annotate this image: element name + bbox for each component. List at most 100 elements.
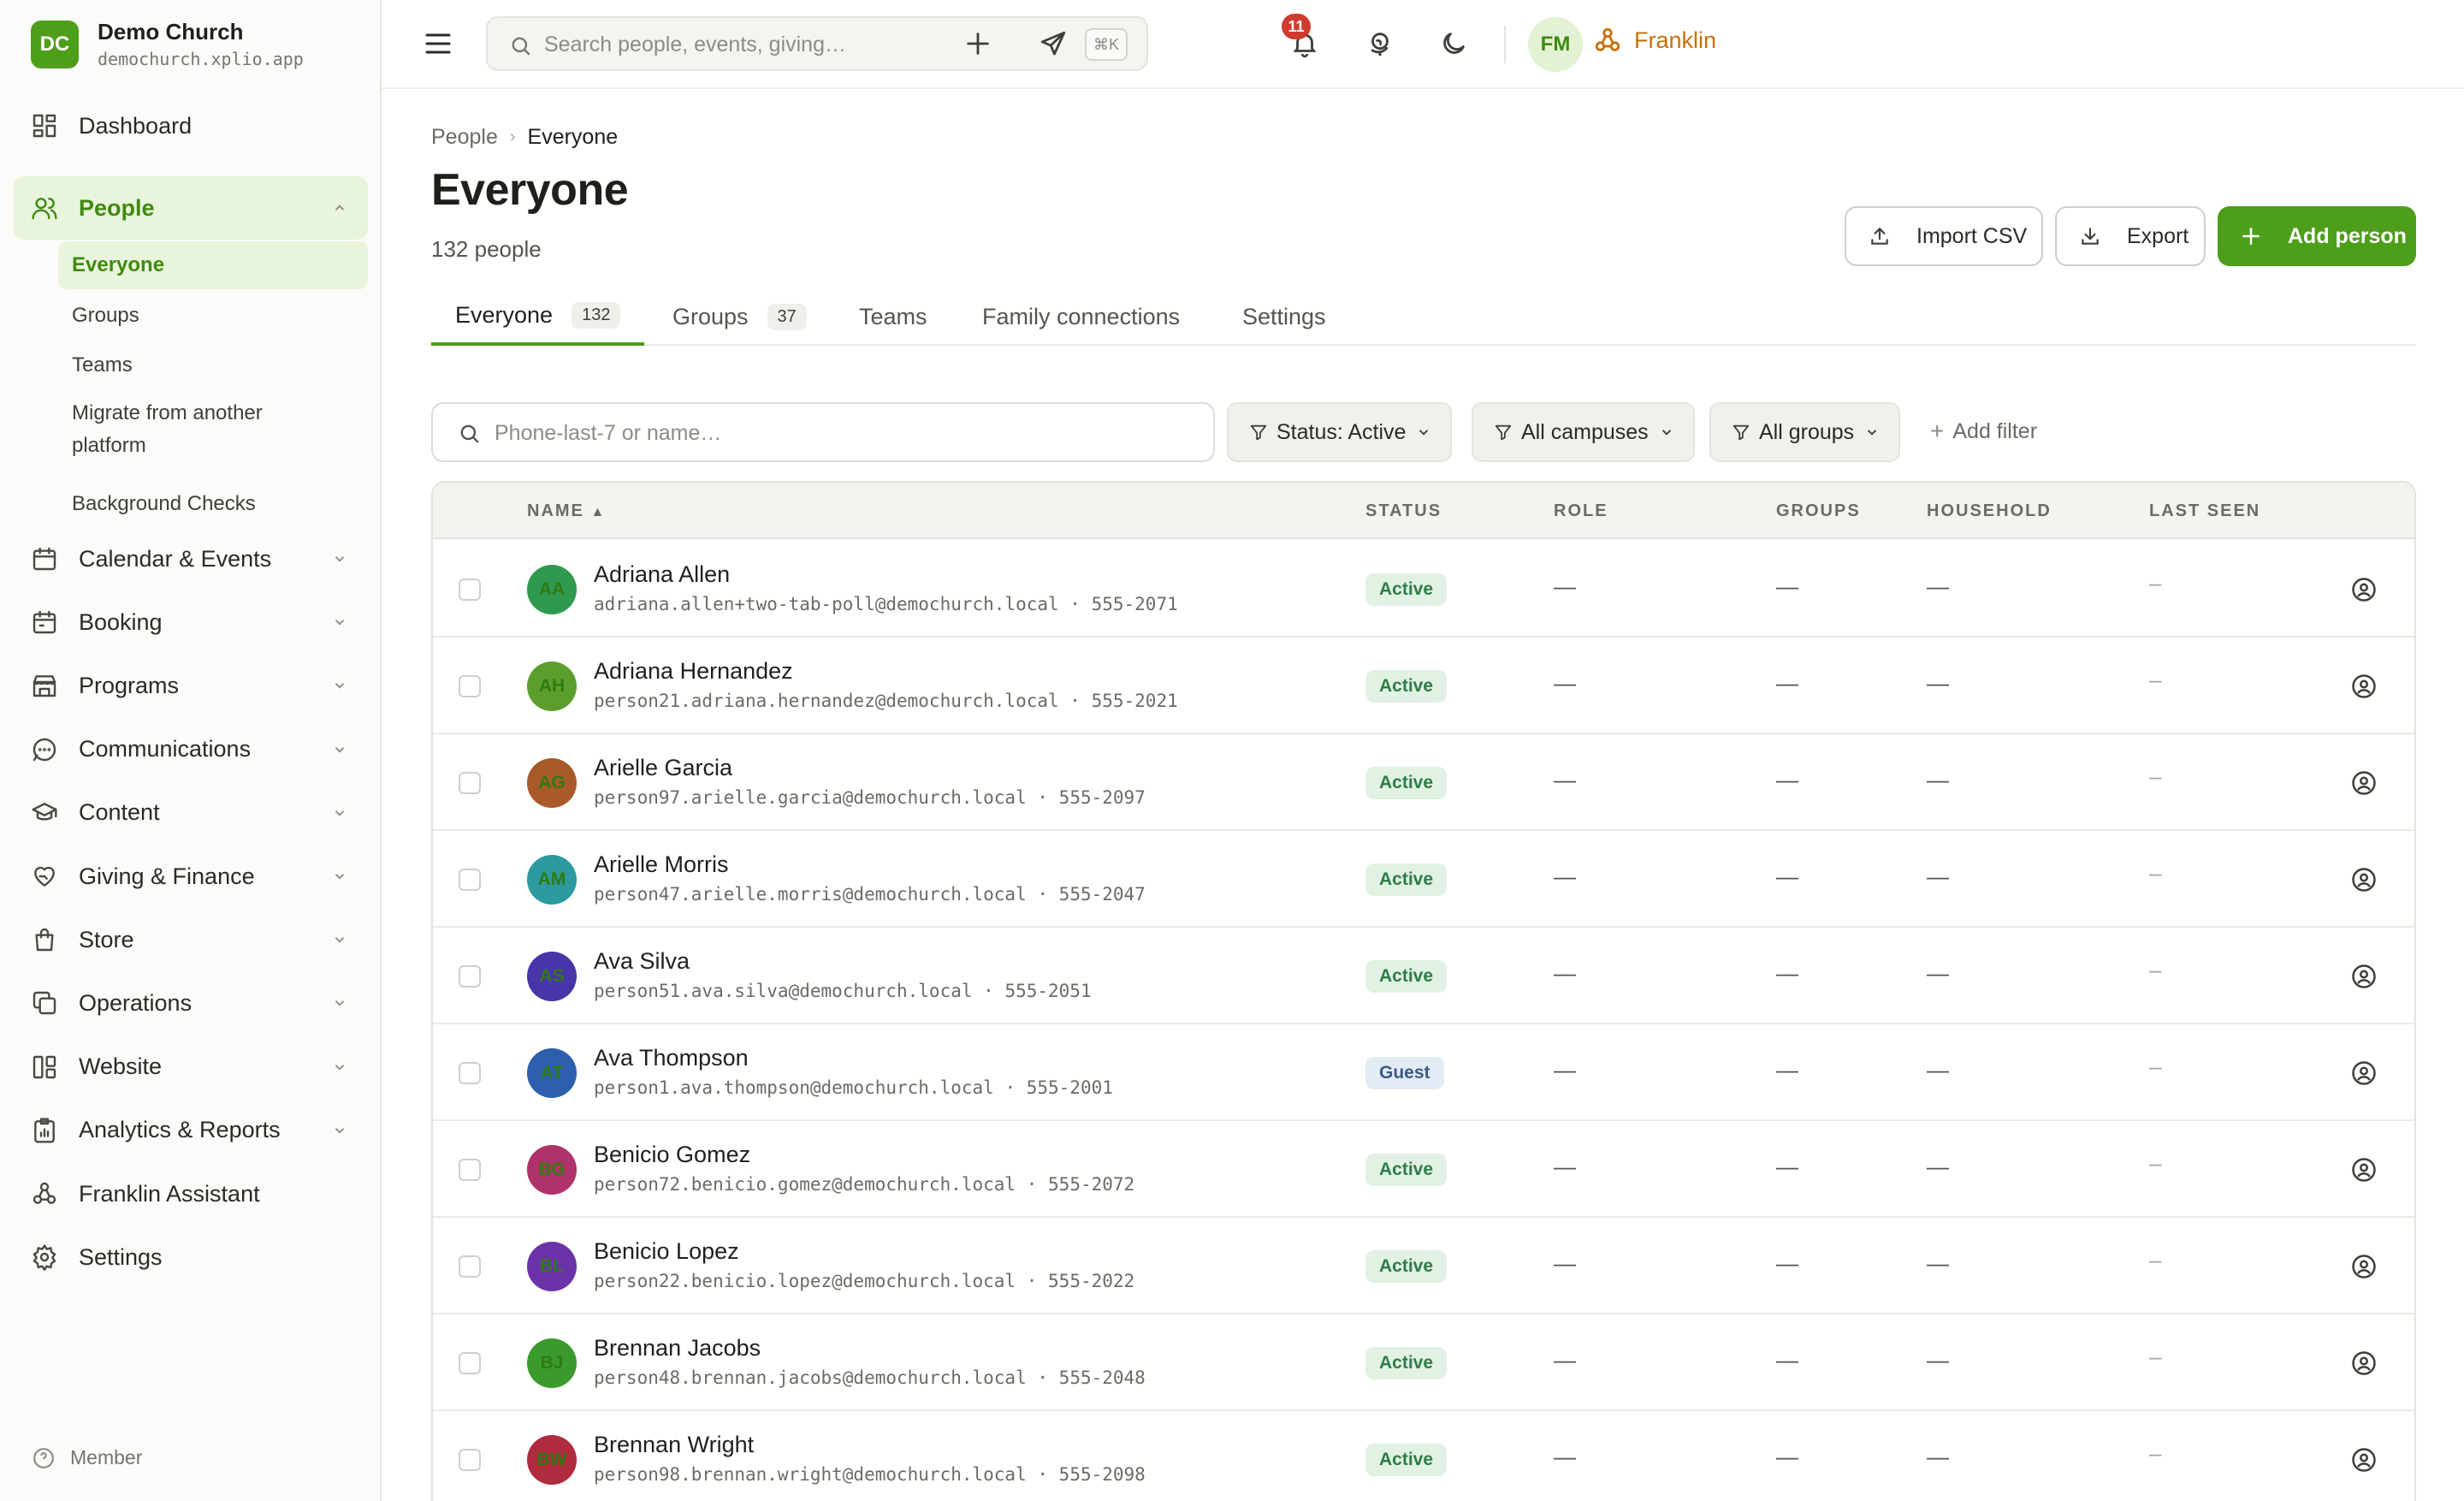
people-search-input[interactable]: Phone-last-7 or name… [431, 402, 1215, 462]
chevron-down-icon[interactable] [332, 805, 347, 821]
sidebar-item-website[interactable]: Website [14, 1035, 368, 1099]
sidebar-item-analytics-reports[interactable]: Analytics & Reports [14, 1099, 368, 1162]
person-name[interactable]: Adriana Hernandez [594, 658, 793, 685]
sidebar-subitem-teams[interactable]: Teams [58, 349, 368, 382]
person-name[interactable]: Ava Thompson [594, 1045, 749, 1071]
sidebar-subitem-everyone[interactable]: Everyone [58, 241, 368, 289]
column-header-name[interactable]: NAME ▲ [527, 501, 604, 521]
user-circle-icon[interactable] [2351, 1157, 2377, 1183]
sidebar-item-operations[interactable]: Operations [14, 971, 368, 1035]
row-checkbox[interactable] [459, 1255, 481, 1278]
sidebar-subitem-migrate-from-another-platform[interactable]: Migrate from another platform [58, 397, 298, 462]
table-row[interactable]: AM Arielle Morris person47.arielle.morri… [433, 831, 2414, 928]
import-csv-button[interactable]: Import CSV [1845, 206, 2043, 266]
sidebar-item-people[interactable]: People [14, 176, 368, 240]
tab-everyone[interactable]: Everyone 132 [431, 288, 645, 346]
sidebar-item-booking[interactable]: Booking [14, 590, 368, 654]
column-header-status[interactable]: STATUS [1365, 501, 1442, 521]
row-checkbox[interactable] [459, 965, 481, 988]
tab-groups[interactable]: Groups 37 [672, 288, 807, 346]
person-name[interactable]: Benicio Gomez [594, 1142, 750, 1168]
assistant-button[interactable]: Franklin [1593, 26, 1716, 55]
row-checkbox[interactable] [459, 1159, 481, 1181]
user-circle-icon[interactable] [2351, 1447, 2377, 1473]
status-filter[interactable]: Status: Active [1227, 402, 1453, 462]
column-header-role[interactable]: ROLE [1554, 501, 1608, 521]
menu-icon[interactable] [424, 31, 452, 56]
tab-settings[interactable]: Settings [1242, 288, 1326, 346]
sidebar-item-franklin-assistant[interactable]: Franklin Assistant [14, 1162, 368, 1225]
user-circle-icon[interactable] [2351, 577, 2377, 602]
tab-teams[interactable]: Teams [859, 288, 927, 346]
user-circle-icon[interactable] [2351, 673, 2377, 699]
row-checkbox[interactable] [459, 1062, 481, 1084]
sidebar-item-store[interactable]: Store [14, 908, 368, 971]
row-checkbox[interactable] [459, 772, 481, 794]
chevron-down-icon[interactable] [332, 869, 347, 884]
user-avatar[interactable]: FM [1528, 17, 1583, 72]
sidebar-item-settings[interactable]: Settings [14, 1225, 368, 1289]
sidebar-item-giving-finance[interactable]: Giving & Finance [14, 845, 368, 908]
chevron-down-icon[interactable] [332, 932, 347, 947]
add-filter-button[interactable]: + Add filter [1930, 418, 2037, 445]
table-row[interactable]: AH Adriana Hernandez person21.adriana.he… [433, 638, 2414, 734]
send-icon[interactable] [1039, 29, 1068, 58]
chevron-down-icon[interactable] [332, 551, 347, 567]
table-row[interactable]: BG Benicio Gomez person72.benicio.gomez@… [433, 1121, 2414, 1218]
groups-filter[interactable]: All groups [1709, 402, 1901, 462]
table-row[interactable]: AG Arielle Garcia person97.arielle.garci… [433, 734, 2414, 831]
export-button[interactable]: Export [2055, 206, 2206, 266]
person-name[interactable]: Brennan Jacobs [594, 1335, 761, 1362]
person-name[interactable]: Brennan Wright [594, 1432, 754, 1458]
sidebar-subitem-background-checks[interactable]: Background Checks [58, 488, 368, 520]
brand[interactable]: DC Demo Church demochurch.xplio.app [31, 19, 304, 69]
user-circle-icon[interactable] [2351, 1254, 2377, 1279]
row-checkbox[interactable] [459, 578, 481, 601]
table-row[interactable]: AT Ava Thompson person1.ava.thompson@dem… [433, 1024, 2414, 1121]
sidebar-item-calendar-events[interactable]: Calendar & Events [14, 527, 368, 590]
chevron-down-icon[interactable] [332, 1059, 347, 1075]
row-checkbox[interactable] [459, 1352, 481, 1374]
column-header-last-seen[interactable]: LAST SEEN [2149, 501, 2260, 521]
chevron-down-icon[interactable] [332, 614, 347, 630]
person-name[interactable]: Benicio Lopez [594, 1238, 739, 1265]
moon-icon[interactable] [1439, 29, 1468, 58]
person-name[interactable]: Arielle Morris [594, 851, 729, 878]
person-name[interactable]: Adriana Allen [594, 561, 730, 588]
user-circle-icon[interactable] [2351, 1350, 2377, 1376]
chevron-up-icon[interactable] [332, 200, 347, 216]
breadcrumb-people[interactable]: People [431, 125, 498, 150]
chevron-down-icon[interactable] [332, 678, 347, 693]
add-filter-label: Add filter [1952, 418, 2038, 443]
sidebar-item-communications[interactable]: Communications [14, 718, 368, 781]
person-name[interactable]: Ava Silva [594, 948, 690, 975]
tab-family-connections[interactable]: Family connections [982, 288, 1180, 346]
table-row[interactable]: BW Brennan Wright person98.brennan.wrigh… [433, 1411, 2414, 1501]
row-checkbox[interactable] [459, 869, 481, 891]
person-name[interactable]: Arielle Garcia [594, 755, 732, 781]
add-person-button[interactable]: Add person [2218, 206, 2416, 266]
member-role[interactable]: Member [33, 1446, 142, 1469]
sidebar-subitem-groups[interactable]: Groups [58, 300, 368, 332]
plus-icon[interactable] [963, 29, 992, 58]
user-circle-icon[interactable] [2351, 1060, 2377, 1086]
chevron-down-icon[interactable] [332, 742, 347, 757]
column-header-groups[interactable]: GROUPS [1776, 501, 1861, 521]
chevron-down-icon[interactable] [332, 1123, 347, 1138]
column-header-household[interactable]: HOUSEHOLD [1927, 501, 2052, 521]
user-circle-icon[interactable] [2351, 867, 2377, 893]
campus-filter[interactable]: All campuses [1472, 402, 1695, 462]
chevron-down-icon[interactable] [332, 995, 347, 1011]
sidebar-item-content[interactable]: Content [14, 781, 368, 845]
user-circle-icon[interactable] [2351, 770, 2377, 796]
table-row[interactable]: AA Adriana Allen adriana.allen+two-tab-p… [433, 541, 2414, 638]
user-circle-icon[interactable] [2351, 964, 2377, 989]
sidebar-item-dashboard[interactable]: Dashboard [14, 94, 368, 157]
table-row[interactable]: BL Benicio Lopez person22.benicio.lopez@… [433, 1218, 2414, 1314]
table-row[interactable]: AS Ava Silva person51.ava.silva@demochur… [433, 928, 2414, 1024]
globe-icon[interactable] [1365, 29, 1395, 58]
row-checkbox[interactable] [459, 1449, 481, 1471]
row-checkbox[interactable] [459, 675, 481, 697]
table-row[interactable]: BJ Brennan Jacobs person48.brennan.jacob… [433, 1314, 2414, 1411]
sidebar-item-programs[interactable]: Programs [14, 654, 368, 717]
